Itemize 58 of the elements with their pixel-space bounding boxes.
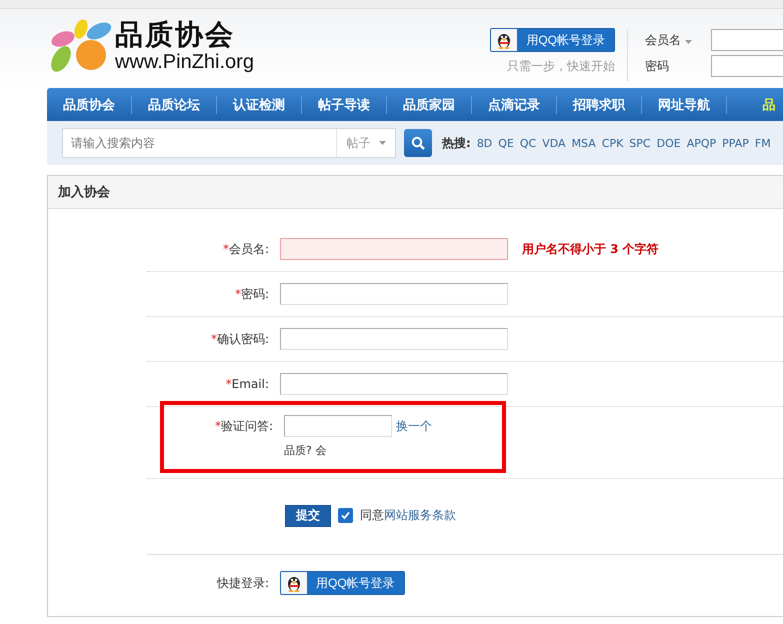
hot-search-link[interactable]: QE — [498, 136, 514, 150]
qq-login-button[interactable]: 用QQ帐号登录 — [490, 28, 615, 52]
search-button[interactable] — [404, 129, 432, 157]
penguin-icon — [286, 574, 302, 592]
nav-tab[interactable]: 品质协会 — [51, 96, 127, 114]
hot-search-link[interactable]: PPAP — [722, 136, 749, 150]
error-message: 用户名不得小于 3 个字符 — [522, 240, 659, 258]
hot-search-link[interactable]: MSA — [572, 136, 596, 150]
refresh-link[interactable]: 换一个 — [396, 418, 432, 434]
field-label: *验证问答: — [214, 418, 274, 434]
hot-search-link[interactable]: SPC — [629, 136, 651, 150]
terms-link[interactable]: 网站服务条款 — [384, 507, 456, 524]
search-scope-dropdown[interactable]: 帖子 — [336, 129, 395, 157]
search-field[interactable]: 请输入搜索内容 帖子 — [62, 128, 396, 158]
field-label: *会员名: — [222, 240, 270, 258]
caret-icon — [684, 40, 692, 44]
panel-title: 加入协会 — [58, 184, 110, 201]
password-label: 密码 — [645, 58, 670, 74]
quick-login-label: 快捷登录: — [216, 574, 270, 592]
nav-tab[interactable]: 点滴记录 — [476, 96, 552, 114]
qq-login-button[interactable]: 用QQ帐号登录 — [280, 571, 405, 595]
penguin-icon — [496, 31, 512, 49]
agree-text: 同意 — [360, 507, 384, 524]
nav-tab[interactable]: 招聘求职 — [561, 96, 637, 114]
submit-button[interactable]: 提交 — [285, 504, 331, 526]
hot-search-link[interactable]: QC — [520, 136, 536, 150]
field-label: *Email: — [224, 377, 270, 391]
captcha-input[interactable] — [284, 415, 392, 437]
hot-search-link[interactable]: 8D — [476, 136, 492, 150]
form-input[interactable] — [280, 238, 508, 260]
qq-login-tip: 只需一步，快速开始 — [507, 58, 615, 75]
field-label: *密码: — [234, 286, 270, 302]
agree-checkbox[interactable] — [338, 508, 353, 523]
password-input[interactable] — [711, 55, 783, 77]
nav-tab[interactable]: 品质家园 — [391, 96, 467, 114]
nav-tab[interactable]: 网址导航 — [646, 96, 722, 114]
hot-search-label: 热搜: — [442, 134, 471, 152]
logo-url: www.PinZhi.org — [115, 51, 254, 73]
nav-tab[interactable]: 品质论坛 — [136, 96, 212, 114]
search-icon — [411, 136, 425, 150]
hot-search-link[interactable]: CPK — [602, 136, 624, 150]
captcha-question: 品质? 会 — [284, 443, 328, 458]
hot-search-link[interactable]: VDA — [542, 136, 566, 150]
field-label: *确认密码: — [210, 330, 270, 348]
member-name-input[interactable] — [711, 29, 783, 51]
caret-icon — [378, 141, 386, 145]
form-input[interactable] — [280, 283, 508, 305]
logo-title: 品质协会 — [115, 19, 236, 51]
check-icon — [341, 511, 350, 520]
hot-search-link[interactable]: APQP — [686, 136, 716, 150]
hot-search-link[interactable]: FM — [754, 136, 771, 150]
hot-search-link[interactable]: DOE — [656, 136, 681, 150]
nav-tab[interactable]: 认证检测 — [221, 96, 297, 114]
nav-tab[interactable]: 帖子导读 — [306, 96, 382, 114]
form-input[interactable] — [280, 328, 508, 350]
form-input[interactable] — [280, 373, 508, 395]
member-name-dropdown[interactable]: 会员名 — [645, 32, 711, 48]
nav-tab[interactable]: 品 — [731, 96, 783, 114]
